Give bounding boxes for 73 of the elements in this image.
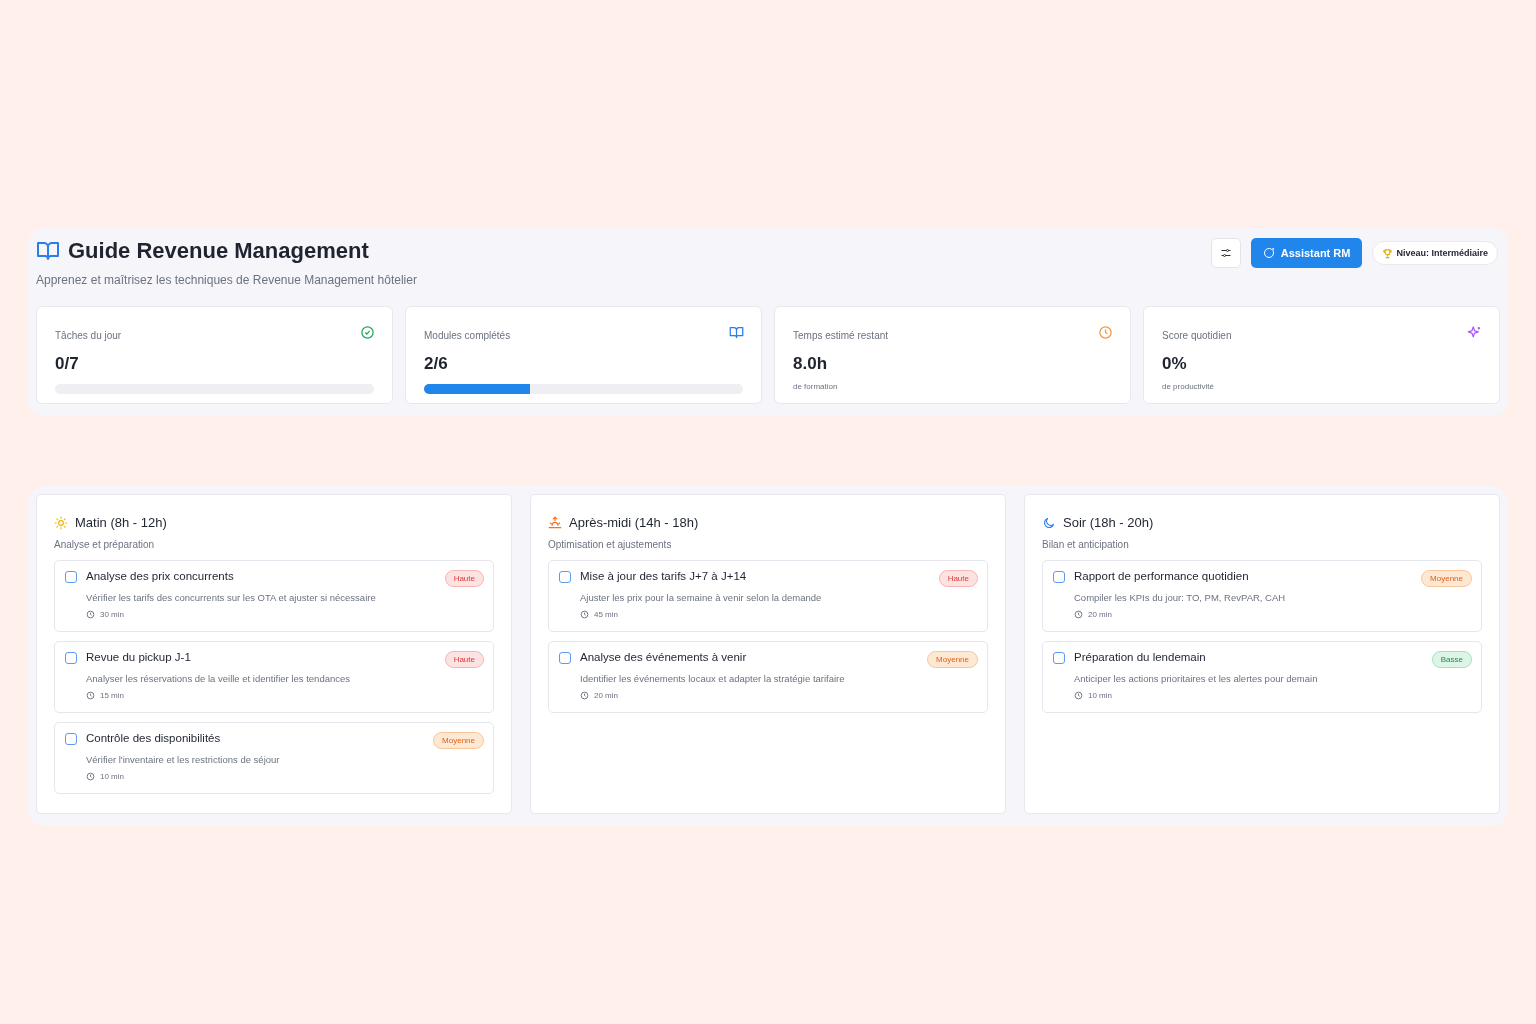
stat-value: 2/6	[424, 354, 449, 374]
stat-note: de productivité	[1162, 382, 1216, 391]
sunset-icon	[548, 515, 562, 530]
period-subtitle: Analyse et préparation	[54, 539, 156, 550]
task-title: Analyse des événements à venir	[580, 651, 747, 663]
checkbox[interactable]	[559, 652, 571, 664]
sparkles-icon	[1467, 325, 1482, 340]
task-description: Analyser les réservations de la veille et identifier les tendances	[86, 673, 352, 684]
stat-note: de formation	[793, 382, 839, 391]
clock-icon	[1098, 325, 1113, 340]
clock-icon	[86, 610, 95, 619]
task-description: Vérifier les tarifs des concurrents sur les OTA et ajuster si nécessaire	[86, 592, 377, 603]
task-description: Ajuster les prix pour la semaine à venir selon la demande	[580, 592, 823, 603]
stat-value: 8.0h	[793, 354, 829, 374]
clock-icon	[86, 691, 95, 700]
task-duration: 10 min	[1088, 691, 1112, 700]
task-title: Contrôle des disponibilités	[86, 732, 221, 744]
moon-icon	[1042, 515, 1056, 530]
clock-icon	[1074, 691, 1083, 700]
checkbox[interactable]	[65, 652, 77, 664]
period-title: Soir (18h - 20h)	[1063, 515, 1154, 530]
period-subtitle: Optimisation et ajustements	[548, 539, 673, 550]
settings-button[interactable]	[1210, 238, 1241, 268]
task-duration: 45 min	[594, 610, 618, 619]
task-description: Compiler les KPIs du jour: TO, PM, RevPAR, CAH	[1074, 592, 1287, 603]
priority-tag: Moyenne	[927, 651, 978, 668]
priority-tag: Basse	[1431, 651, 1472, 668]
period-title: Matin (8h - 12h)	[75, 515, 167, 530]
task-description: Identifier les événements locaux et adapter la stratégie tarifaire	[580, 673, 846, 684]
checkbox[interactable]	[65, 733, 77, 745]
trophy-icon	[1382, 247, 1394, 259]
sliders-icon	[1219, 247, 1232, 259]
task-title: Préparation du lendemain	[1074, 651, 1206, 663]
clock-icon	[580, 610, 589, 619]
stat-value: 0/7	[55, 354, 80, 374]
task-duration: 15 min	[100, 691, 124, 700]
assistant-button[interactable]: Assistant RM	[1250, 238, 1363, 268]
priority-tag: Moyenne	[433, 732, 484, 749]
task-duration: 20 min	[594, 691, 618, 700]
stat-value: 0%	[1162, 354, 1188, 374]
page-title: Guide Revenue Management	[68, 238, 369, 264]
clock-icon	[580, 691, 589, 700]
task-title: Analyse des prix concurrents	[86, 570, 234, 582]
priority-tag: Moyenne	[1421, 570, 1472, 587]
task-title: Revue du pickup J-1	[86, 651, 191, 663]
task-title: Rapport de performance quotidien	[1074, 570, 1249, 582]
task-duration: 30 min	[100, 610, 124, 619]
priority-tag: Haute	[444, 570, 484, 587]
task-title: Mise à jour des tarifs J+7 à J+14	[580, 570, 747, 582]
page-subtitle: Apprenez et maîtrisez les techniques de Revenue Management hôtelier	[36, 273, 417, 287]
clock-icon	[1074, 610, 1083, 619]
level-badge: Niveau: Intermédiaire	[1372, 241, 1498, 265]
stat-label: Modules complétés	[424, 330, 511, 341]
task-description: Vérifier l'inventaire et les restrictions de séjour	[86, 754, 281, 765]
task-duration: 20 min	[1088, 610, 1112, 619]
priority-tag: Haute	[938, 570, 978, 587]
period-title: Après-midi (14h - 18h)	[569, 515, 699, 530]
priority-tag: Haute	[444, 651, 484, 668]
stat-label: Score quotidien	[1162, 330, 1232, 341]
period-subtitle: Bilan et anticipation	[1042, 539, 1130, 550]
checkbox[interactable]	[1053, 571, 1065, 583]
checkbox[interactable]	[1053, 652, 1065, 664]
stat-label: Tâches du jour	[55, 330, 122, 341]
task-description: Anticiper les actions prioritaires et les alertes pour demain	[1074, 673, 1319, 684]
checkbox[interactable]	[559, 571, 571, 583]
stat-label: Temps estimé restant	[793, 330, 889, 341]
clock-icon	[86, 772, 95, 781]
sun-icon	[54, 515, 68, 530]
check-circle-icon	[360, 325, 375, 340]
book-icon	[36, 239, 60, 263]
checkbox[interactable]	[65, 571, 77, 583]
task-duration: 10 min	[100, 772, 124, 781]
book-icon	[729, 325, 744, 340]
